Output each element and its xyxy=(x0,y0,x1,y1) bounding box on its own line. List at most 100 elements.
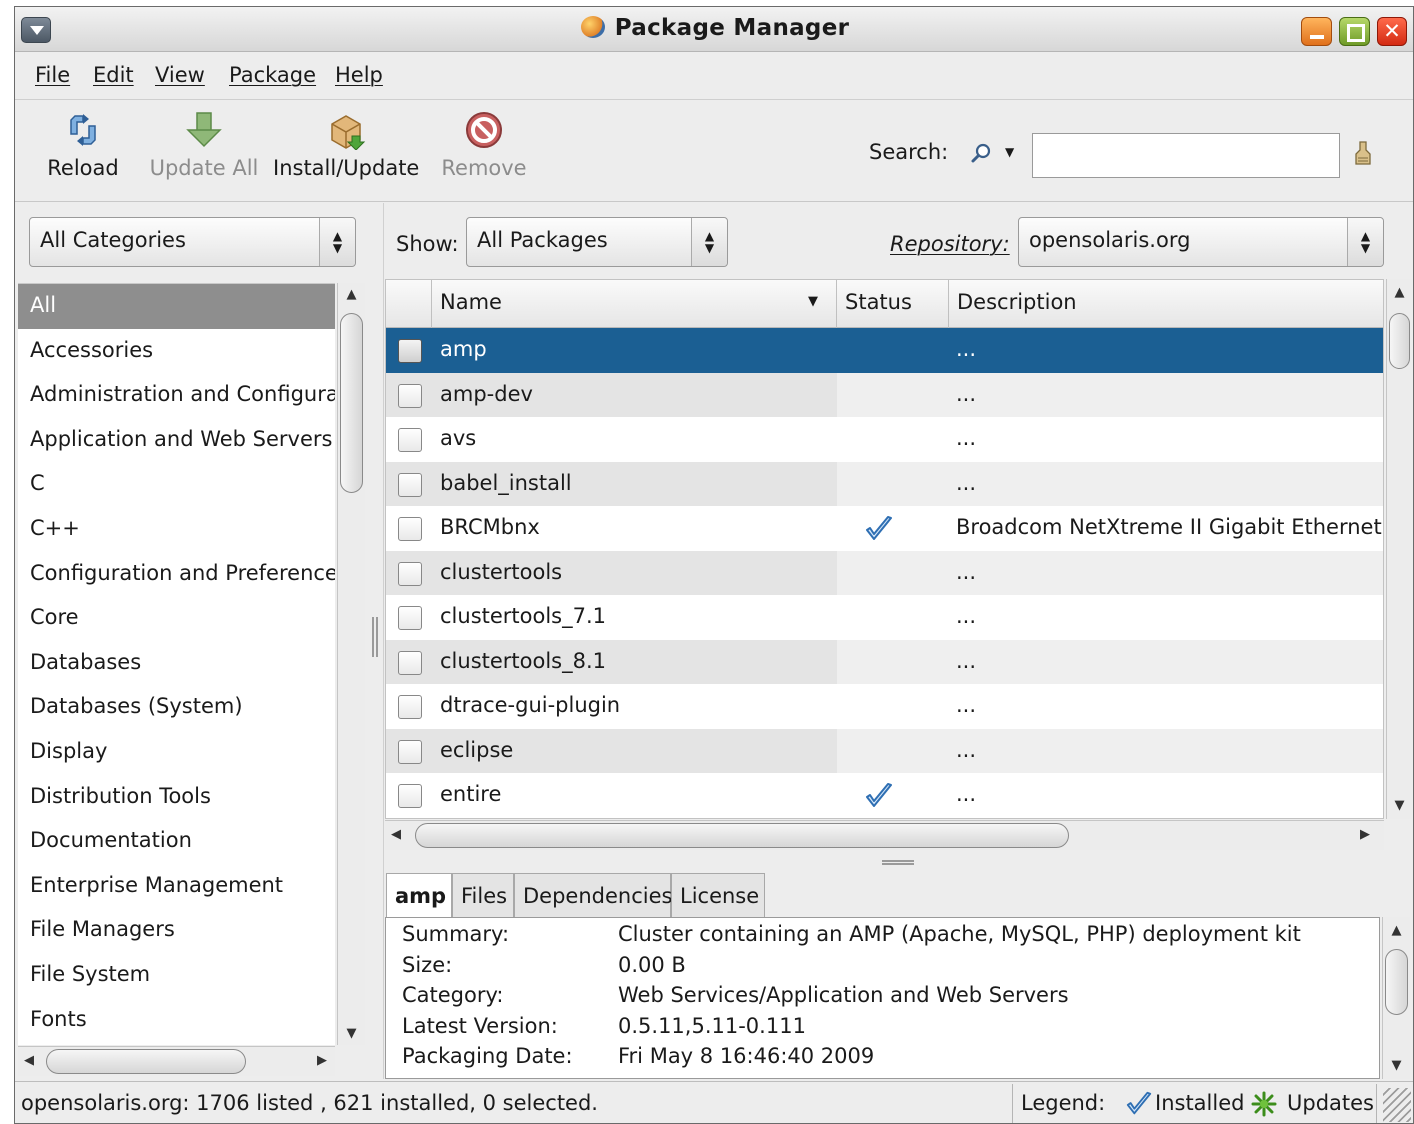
scroll-right-arrow-icon[interactable]: ▶ xyxy=(1360,821,1370,850)
install-update-button[interactable]: Install/Update xyxy=(273,110,419,180)
category-item[interactable]: C++ xyxy=(18,507,335,552)
details-pane-resize-handle[interactable] xyxy=(882,860,914,865)
row-checkbox[interactable] xyxy=(398,561,422,586)
menu-view[interactable]: View xyxy=(155,63,205,87)
category-item[interactable]: All xyxy=(18,284,335,329)
category-item[interactable]: Configuration and Preferences xyxy=(18,552,335,597)
category-item[interactable]: Documentation xyxy=(18,819,335,864)
reload-button[interactable]: Reload xyxy=(43,110,123,180)
table-row[interactable]: eclipse... xyxy=(386,728,1383,773)
column-header-select[interactable] xyxy=(386,280,432,328)
repository-select[interactable]: opensolaris.org ▲ ▼ xyxy=(1018,217,1384,267)
row-checkbox[interactable] xyxy=(398,784,422,808)
scroll-right-arrow-icon[interactable]: ▶ xyxy=(317,1047,327,1076)
category-list-horizontal-scrollbar[interactable]: ◀ ▶ xyxy=(18,1046,335,1076)
package-name: entire xyxy=(440,782,502,806)
search-options-chevron-down-icon[interactable]: ▼ xyxy=(1005,145,1014,159)
menu-edit[interactable]: Edit xyxy=(93,63,134,87)
scroll-up-arrow-icon[interactable]: ▲ xyxy=(1383,923,1410,938)
table-row[interactable]: clustertools... xyxy=(386,550,1383,595)
update-all-button[interactable]: Update All xyxy=(149,110,259,180)
row-checkbox[interactable] xyxy=(398,383,422,408)
menu-file[interactable]: File xyxy=(35,63,70,87)
scroll-thumb[interactable] xyxy=(1385,949,1408,1015)
remove-button[interactable]: Remove xyxy=(439,110,529,180)
category-item[interactable]: Core xyxy=(18,596,335,641)
tab-dependencies[interactable]: Dependencies xyxy=(514,873,672,917)
row-checkbox[interactable] xyxy=(398,339,422,363)
status-bar: opensolaris.org: 1706 listed , 621 insta… xyxy=(15,1081,1413,1123)
row-checkbox[interactable] xyxy=(398,606,422,630)
table-row[interactable]: babel_install... xyxy=(386,461,1383,506)
category-item[interactable]: Application and Web Servers xyxy=(18,418,335,463)
table-row[interactable]: avs... xyxy=(386,417,1383,462)
column-header-name[interactable]: Name ▼ xyxy=(432,280,837,328)
scroll-down-arrow-icon[interactable]: ▼ xyxy=(1383,1058,1410,1073)
category-item[interactable]: Display xyxy=(18,730,335,775)
table-row[interactable]: amp-dev... xyxy=(386,372,1383,417)
category-item[interactable]: Databases (System) xyxy=(18,685,335,730)
category-item[interactable]: Fonts xyxy=(18,998,335,1043)
scroll-thumb[interactable] xyxy=(1389,313,1410,369)
maximize-button[interactable] xyxy=(1339,17,1370,46)
scroll-thumb[interactable] xyxy=(46,1049,246,1074)
table-row[interactable]: entire... xyxy=(386,773,1383,818)
row-checkbox[interactable] xyxy=(398,472,422,497)
window-resize-grip[interactable] xyxy=(1383,1088,1411,1122)
scroll-down-arrow-icon[interactable]: ▼ xyxy=(1387,798,1412,813)
menu-package[interactable]: Package xyxy=(229,63,316,87)
close-button[interactable]: ✕ xyxy=(1377,17,1407,46)
package-table-vertical-scrollbar[interactable]: ▲ ▼ xyxy=(1386,279,1412,819)
row-checkbox[interactable] xyxy=(398,739,422,764)
minimize-button[interactable] xyxy=(1301,17,1332,46)
row-checkbox[interactable] xyxy=(398,428,422,452)
scroll-left-arrow-icon[interactable]: ◀ xyxy=(391,821,401,850)
table-row[interactable]: clustertools_7.1... xyxy=(386,595,1383,640)
table-row[interactable]: clustertools_8.1... xyxy=(386,639,1383,684)
show-filter-select[interactable]: All Packages ▲ ▼ xyxy=(466,217,728,267)
table-row[interactable]: BRCMbnx Broadcom NetXtreme II Gigabit Eth… xyxy=(386,506,1383,551)
scroll-up-arrow-icon[interactable]: ▲ xyxy=(1387,285,1412,300)
package-name: clustertools_8.1 xyxy=(440,648,607,673)
clear-search-icon[interactable] xyxy=(1352,140,1374,166)
category-item[interactable]: Administration and Configurat xyxy=(18,373,335,418)
installed-check-icon xyxy=(1126,1091,1152,1115)
toolbar: Reload Update All Install/Update Remove … xyxy=(15,100,1413,202)
category-item[interactable]: Distribution Tools xyxy=(18,775,335,820)
category-item[interactable]: C xyxy=(18,462,335,507)
category-select[interactable]: All Categories ▲ ▼ xyxy=(29,217,356,267)
scroll-thumb[interactable] xyxy=(340,313,363,493)
category-list-vertical-scrollbar[interactable]: ▲ ▼ xyxy=(337,283,365,1045)
tab-files[interactable]: Files xyxy=(452,873,514,917)
category-item[interactable]: File System xyxy=(18,953,335,998)
scroll-thumb[interactable] xyxy=(415,823,1069,848)
table-row[interactable]: dtrace-gui-plugin... xyxy=(386,684,1383,729)
row-checkbox[interactable] xyxy=(398,517,422,541)
package-description: ... xyxy=(956,737,977,762)
category-item[interactable]: Accessories xyxy=(18,329,335,374)
scroll-down-arrow-icon[interactable]: ▼ xyxy=(338,1026,365,1041)
table-row[interactable]: amp... xyxy=(386,328,1383,373)
scroll-left-arrow-icon[interactable]: ◀ xyxy=(24,1047,34,1076)
tab-general[interactable]: amp xyxy=(386,873,452,919)
category-list: All Accessories Administration and Configu… xyxy=(18,283,335,1045)
scroll-up-arrow-icon[interactable]: ▲ xyxy=(338,287,365,302)
column-header-description[interactable]: Description xyxy=(949,280,1383,328)
tab-license[interactable]: License xyxy=(671,873,765,917)
detail-value: Cluster containing an AMP (Apache, MySQL… xyxy=(618,922,1301,946)
pane-divider-handle[interactable] xyxy=(372,617,378,657)
repository-value: opensolaris.org xyxy=(1029,228,1191,252)
category-item[interactable]: File Managers xyxy=(18,908,335,953)
menu-bar: File Edit View Package Help xyxy=(15,52,1413,100)
search-input[interactable] xyxy=(1032,133,1340,178)
install-update-label: Install/Update xyxy=(273,156,420,180)
row-checkbox[interactable] xyxy=(398,695,422,719)
column-header-status[interactable]: Status xyxy=(837,280,949,328)
search-icon[interactable] xyxy=(970,142,992,164)
category-item[interactable]: Enterprise Management xyxy=(18,864,335,909)
category-item[interactable]: Databases xyxy=(18,641,335,686)
menu-help[interactable]: Help xyxy=(335,63,383,87)
details-vertical-scrollbar[interactable]: ▲ ▼ xyxy=(1382,917,1410,1079)
package-table-horizontal-scrollbar[interactable]: ◀ ▶ xyxy=(385,820,1384,850)
row-checkbox[interactable] xyxy=(398,650,422,675)
